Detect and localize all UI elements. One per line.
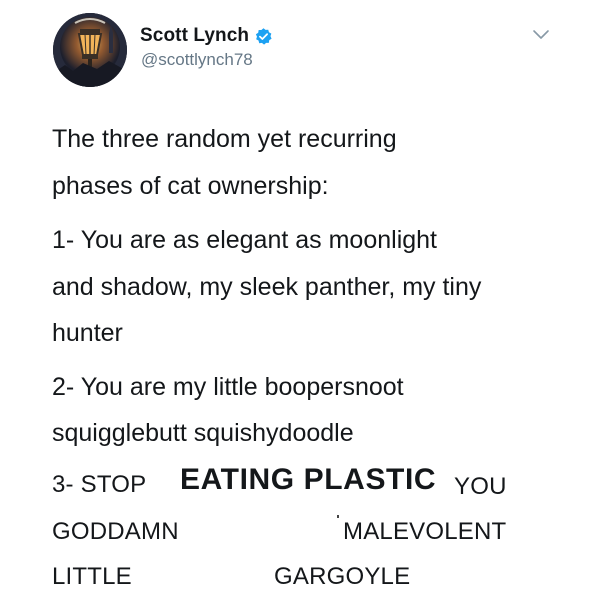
- author-name-row: Scott Lynch: [140, 23, 273, 49]
- phase3-eating-plastic-text: EATING PLASTIC: [180, 463, 437, 496]
- verified-badge-icon: [256, 27, 272, 45]
- author-avatar[interactable]: [53, 13, 127, 87]
- text-speck: [337, 515, 339, 518]
- tweet-text-line: 1- You are as elegant as moonlight: [52, 226, 437, 254]
- phase3-stop-text: 3- STOP: [52, 471, 147, 498]
- phase3-little-text: LITTLE: [52, 563, 132, 590]
- tweet-card: Scott Lynch @scottlynch78 The three rand…: [0, 0, 600, 600]
- tweet-text-line: 2- You are my little boopersnoot: [52, 373, 404, 401]
- lantern-avatar-icon: [53, 13, 127, 87]
- tweet-text-line: phases of cat ownership:: [52, 172, 329, 200]
- tweet-text-line: squigglebutt squishydoodle: [52, 419, 354, 447]
- tweet-text-line: hunter: [52, 319, 123, 347]
- phase3-malevolent-text: MALEVOLENT: [343, 518, 507, 545]
- tweet-text-line: The three random yet recurring: [52, 125, 397, 153]
- author-display-name[interactable]: Scott Lynch: [140, 25, 249, 47]
- phase3-goddamn-text: GODDAMN: [52, 518, 179, 545]
- phase3-gargoyle-text: GARGOYLE: [274, 563, 411, 590]
- chevron-down-icon[interactable]: [532, 29, 550, 41]
- author-handle[interactable]: @scottlynch78: [141, 50, 253, 70]
- tweet-text-line: and shadow, my sleek panther, my tiny: [52, 273, 482, 301]
- phase3-you-text: YOU: [454, 473, 507, 500]
